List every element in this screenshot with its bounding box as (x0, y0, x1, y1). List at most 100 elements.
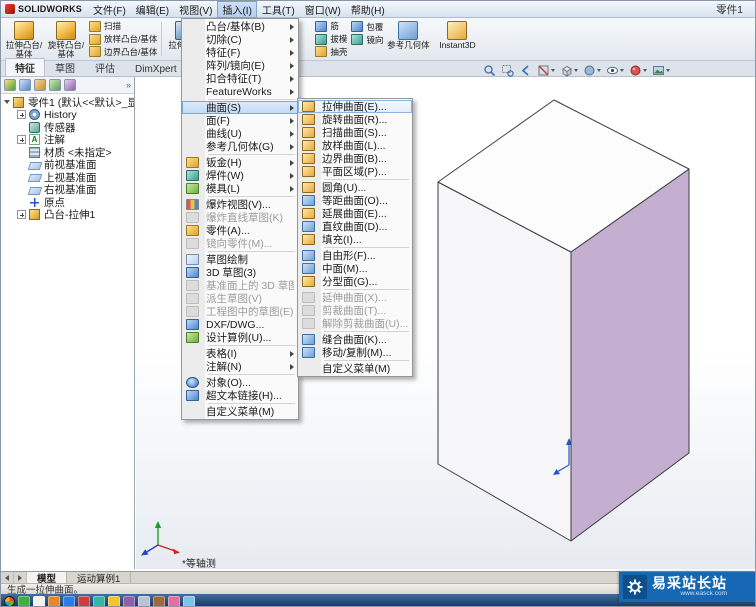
tree-item-label: 零件1 (默认<<默认>_显示状态) (28, 96, 134, 109)
tree-item-material[interactable]: 材质 <未指定> (1, 146, 134, 159)
displaymanager-icon[interactable] (64, 79, 76, 91)
expand-icon[interactable] (17, 135, 26, 145)
material-icon (29, 146, 40, 158)
menubar-item-insert[interactable]: 插入(I) (217, 1, 257, 18)
menubar-item-tools[interactable]: 工具(T) (257, 1, 300, 18)
dimxpertmanager-icon[interactable] (49, 79, 61, 91)
ribbon-draft-button[interactable]: 拔模 (315, 33, 347, 46)
plane-icon (27, 174, 43, 183)
history-icon (29, 109, 40, 121)
menubar-item-help[interactable]: 帮助(H) (346, 1, 390, 18)
taskbar-app-icon[interactable] (93, 595, 105, 606)
menu-item-label: 平面区域(P)... (322, 166, 387, 178)
hide-show-items-button[interactable] (606, 64, 624, 77)
taskbar-app-icon[interactable] (18, 595, 30, 606)
ribbon-revolved-boss-button[interactable]: 旋转凸台/基体 (45, 19, 87, 59)
ribbon-swept-boss-button[interactable]: 扫描 (89, 20, 157, 33)
panel-expand-icon[interactable]: » (126, 80, 131, 90)
ribbon-wrap-button[interactable]: 包覆 (351, 20, 383, 33)
insert-menu-item-design-study[interactable]: 设计算例(U)... (182, 331, 298, 344)
submenu-arrow-icon (290, 350, 294, 357)
tree-item-top-plane[interactable]: 上视基准面 (1, 171, 134, 184)
taskbar-app-icon[interactable] (108, 595, 120, 606)
insert-menu-item-hyperlink[interactable]: 超文本链接(H)... (182, 389, 298, 402)
insert-menu-item-mirror-part[interactable]: 镜向零件(M)... (182, 237, 298, 250)
insert-menu-item-annotations[interactable]: 注解(N) (182, 360, 298, 373)
tree-item-right-plane[interactable]: 右视基准面 (1, 184, 134, 196)
insert-menu-item-sketch-from-drawing[interactable]: 工程图中的草图(E) (182, 305, 298, 318)
taskbar-app-icon[interactable] (78, 595, 90, 606)
surface-menu-item-parting[interactable]: 分型面(G)... (298, 275, 412, 288)
configurationmanager-icon[interactable] (34, 79, 46, 91)
tree-item-origin[interactable]: 原点 (1, 196, 134, 209)
ribbon-shell-button[interactable]: 抽壳 (315, 45, 347, 58)
ruled-surface-icon (302, 221, 315, 232)
insert-menu-item-molds[interactable]: 模具(L) (182, 182, 298, 195)
3d-sketch-on-plane-icon (186, 280, 199, 291)
propertymanager-icon[interactable] (19, 79, 31, 91)
tree-item-boss-extrude1[interactable]: 凸台-拉伸1 (1, 209, 134, 221)
ribbon-extruded-boss-button[interactable]: 拉伸凸台/基体 (3, 19, 45, 59)
insert-menu-item-fastening-feature[interactable]: 扣合特征(T) (182, 72, 298, 85)
tab-evaluate[interactable]: 评估 (85, 58, 125, 76)
submenu-arrow-icon (290, 130, 294, 137)
ribbon-reference-geometry-button[interactable]: 参考几何体 (385, 19, 431, 59)
display-style-button[interactable] (583, 64, 601, 77)
ribbon-lofted-boss-button[interactable]: 放样凸台/基体 (89, 33, 157, 46)
weldments-icon (186, 170, 199, 181)
ribbon-rib-button[interactable]: 筋 (315, 20, 347, 33)
taskbar-app-icon[interactable] (138, 595, 150, 606)
tab-sketch[interactable]: 草图 (45, 58, 85, 76)
boundary-surface-icon (302, 153, 315, 164)
reference-geometry-icon (398, 21, 419, 40)
taskbar-app-icon[interactable] (33, 595, 45, 606)
menu-separator (298, 359, 412, 362)
tab-dimxpert[interactable]: DimXpert (125, 62, 187, 76)
taskbar-app-icon[interactable] (123, 595, 135, 606)
start-button[interactable] (4, 595, 15, 606)
previous-view-button[interactable] (519, 64, 532, 77)
expand-icon[interactable] (17, 210, 26, 220)
menu-separator (182, 195, 298, 198)
tree-item-label: 前视基准面 (44, 159, 97, 171)
expand-icon[interactable] (17, 110, 26, 120)
ribbon-instant3d-button[interactable]: Instant3D (431, 19, 483, 59)
tree-item-sensors[interactable]: 传感器 (1, 121, 134, 134)
taskbar-app-icon[interactable] (183, 595, 195, 606)
ribbon-boundary-boss-button[interactable]: 边界凸台/基体 (89, 45, 157, 58)
taskbar-app-icon[interactable] (153, 595, 165, 606)
collapse-icon[interactable] (4, 100, 10, 105)
watermark-url: www.easck.com (680, 590, 727, 598)
surface-menu-item-planar[interactable]: 平面区域(P)... (298, 165, 412, 178)
zoom-fit-button[interactable] (483, 64, 496, 77)
tree-item-part-root[interactable]: 零件1 (默认<<默认>_显示状态) (1, 96, 134, 109)
tab-features[interactable]: 特征 (5, 58, 45, 76)
surface-menu-item-fill[interactable]: 填充(I)... (298, 233, 412, 246)
zoom-area-button[interactable] (501, 64, 514, 77)
taskbar-app-icon[interactable] (48, 595, 60, 606)
taskbar-app-icon[interactable] (168, 595, 180, 606)
section-view-button[interactable] (537, 64, 555, 77)
ribbon-mirror-button[interactable]: 镜向 (351, 33, 383, 46)
insert-menu-item-featureworks[interactable]: FeatureWorks (182, 85, 298, 98)
menubar-item-window[interactable]: 窗口(W) (300, 1, 346, 18)
surface-menu-item-customize-menu[interactable]: 自定义菜单(M) (298, 362, 412, 375)
menubar-item-view[interactable]: 视图(V) (174, 1, 217, 18)
edit-appearance-button[interactable] (629, 64, 647, 77)
view-orientation-button[interactable] (560, 64, 578, 77)
tree-item-annotations[interactable]: 注解 (1, 134, 134, 146)
menu-item-label: 工程图中的草图(E) (206, 306, 294, 318)
featuremanager-tree-icon[interactable] (4, 79, 16, 91)
edit-appearance-icon (630, 65, 641, 76)
menubar-item-file[interactable]: 文件(F) (88, 1, 131, 18)
surface-menu-item-untrim[interactable]: 解除剪裁曲面(U)... (298, 317, 412, 330)
surface-menu-item-move-copy[interactable]: 移动/复制(M)... (298, 346, 412, 359)
tree-item-front-plane[interactable]: 前视基准面 (1, 159, 134, 171)
left-arrow-icon (5, 574, 9, 581)
menubar-item-edit[interactable]: 编辑(E) (131, 1, 174, 18)
tree-item-history[interactable]: History (1, 109, 134, 122)
insert-menu-item-customize-menu[interactable]: 自定义菜单(M) (182, 405, 298, 418)
taskbar-app-icon[interactable] (63, 595, 75, 606)
insert-menu-item-reference-geometry[interactable]: 参考几何体(G) (182, 140, 298, 153)
apply-scene-button[interactable] (652, 64, 670, 77)
